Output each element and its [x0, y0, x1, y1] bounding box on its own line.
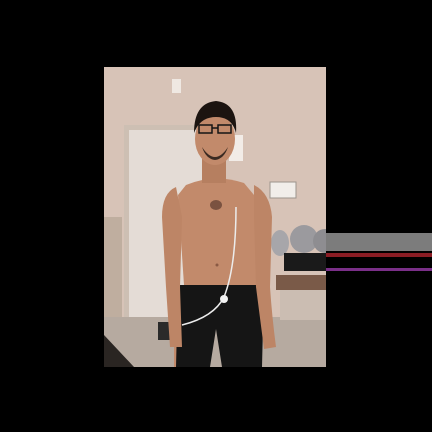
chair-3 — [271, 230, 289, 256]
chest-hair — [210, 200, 222, 210]
wall-light-fixture — [172, 79, 181, 93]
left-wall-shadow — [104, 217, 122, 317]
artifact-stripe-purple — [326, 268, 432, 271]
switch-board — [269, 181, 297, 199]
sensor-clip — [220, 295, 228, 303]
navel — [215, 263, 219, 267]
photo-scene — [104, 67, 326, 367]
stool-base — [158, 322, 170, 340]
bench — [276, 275, 326, 290]
artifact-stripe-red — [326, 253, 432, 257]
bench-leg — [280, 290, 326, 320]
photo-frame — [104, 67, 326, 367]
device-box — [284, 253, 326, 271]
torso — [178, 178, 260, 285]
artifact-stripe-gray — [326, 233, 432, 251]
